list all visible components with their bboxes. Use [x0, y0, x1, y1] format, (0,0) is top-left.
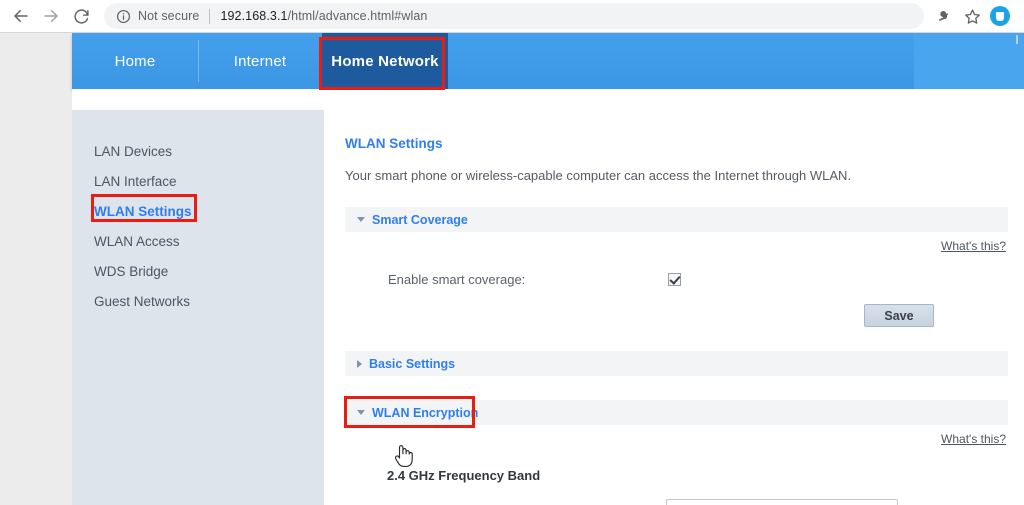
- sidebar-item-label: WLAN Access: [94, 233, 180, 249]
- sidebar-item-label: LAN Interface: [94, 173, 177, 189]
- sidebar-item-lan-interface[interactable]: LAN Interface: [72, 166, 324, 196]
- sidebar-item-label: Guest Networks: [94, 293, 191, 309]
- whats-this-row-wlan-encryption: What's this?: [345, 432, 1008, 446]
- sidebar-item-wlan-settings[interactable]: WLAN Settings: [72, 196, 324, 226]
- sidebar-item-wds-bridge[interactable]: WDS Bridge: [72, 256, 324, 286]
- url-host: 192.168.3.1: [220, 9, 288, 23]
- caret-down-icon: [357, 217, 365, 222]
- ssid-row: SSID:: [345, 499, 1008, 505]
- main-navigation: Home Internet Home Network: [72, 33, 1024, 89]
- security-status-label: Not secure: [138, 9, 200, 23]
- sidebar-item-wlan-access[interactable]: WLAN Access: [72, 226, 324, 256]
- whats-this-link[interactable]: What's this?: [941, 432, 1006, 446]
- sidebar-item-lan-devices[interactable]: LAN Devices: [72, 136, 324, 166]
- section-header-smart-coverage[interactable]: Smart Coverage: [345, 207, 1008, 232]
- info-circle-icon[interactable]: [116, 9, 131, 24]
- caret-down-icon: [357, 410, 365, 415]
- whats-this-link[interactable]: What's this?: [941, 239, 1006, 253]
- section-title-wlan-encryption: WLAN Encryption: [372, 405, 479, 420]
- nav-tab-internet[interactable]: Internet: [199, 33, 321, 89]
- caret-right-icon: [357, 359, 362, 368]
- key-icon[interactable]: [930, 3, 958, 29]
- sidebar-item-label: WDS Bridge: [94, 263, 169, 279]
- nav-tab-home-network[interactable]: Home Network: [322, 33, 448, 89]
- sidebar-item-label: LAN Devices: [94, 143, 173, 159]
- section-header-wlan-encryption[interactable]: WLAN Encryption: [345, 400, 1008, 425]
- address-bar[interactable]: Not secure 192.168.3.1/html/advance.html…: [104, 3, 924, 29]
- sidebar: LAN Devices LAN Interface WLAN Settings …: [72, 110, 324, 505]
- toolbar-actions: [930, 3, 1024, 29]
- avatar-glyph: [996, 11, 1004, 21]
- router-admin-page: Home Internet Home Network LAN Devices L…: [72, 33, 1024, 505]
- url-text: 192.168.3.1/html/advance.html#wlan: [220, 9, 427, 23]
- forward-button[interactable]: [36, 1, 66, 31]
- save-button[interactable]: Save: [864, 304, 934, 327]
- nav-tab-internet-label: Internet: [233, 52, 287, 70]
- page-description: Your smart phone or wireless-capable com…: [345, 168, 852, 183]
- section-title-smart-coverage: Smart Coverage: [372, 212, 468, 227]
- main-content: WLAN Settings Your smart phone or wirele…: [324, 110, 1024, 505]
- page-title: WLAN Settings: [345, 136, 443, 151]
- omnibox-divider: [209, 8, 211, 24]
- nav-tab-home[interactable]: Home: [72, 33, 198, 89]
- url-path: /html/advance.html#wlan: [287, 9, 428, 23]
- enable-smart-coverage-label: Enable smart coverage:: [388, 272, 526, 287]
- enable-smart-coverage-checkbox[interactable]: [668, 273, 681, 286]
- section-header-basic-settings[interactable]: Basic Settings: [345, 351, 1008, 376]
- page-body: LAN Devices LAN Interface WLAN Settings …: [72, 89, 1024, 505]
- nav-tab-home-network-label: Home Network: [331, 52, 439, 70]
- profile-avatar-icon[interactable]: [990, 6, 1010, 26]
- reload-button[interactable]: [66, 1, 96, 31]
- browser-toolbar: Not secure 192.168.3.1/html/advance.html…: [0, 0, 1024, 33]
- ssid-input[interactable]: [666, 499, 898, 505]
- nav-tab-home-label: Home: [114, 52, 156, 70]
- nav-right-mark: [1016, 35, 1018, 44]
- frequency-band-title: 2.4 GHz Frequency Band: [387, 468, 541, 483]
- whats-this-row-smart-coverage: What's this?: [345, 239, 1008, 253]
- page-viewport: Home Internet Home Network LAN Devices L…: [0, 33, 1024, 505]
- star-icon[interactable]: [958, 3, 986, 29]
- sidebar-item-guest-networks[interactable]: Guest Networks: [72, 286, 324, 316]
- sidebar-item-label: WLAN Settings: [94, 203, 192, 219]
- nav-right-panel: [914, 33, 1024, 89]
- save-button-row: Save: [345, 304, 1008, 327]
- enable-smart-coverage-row: Enable smart coverage:: [345, 272, 1008, 287]
- back-button[interactable]: [6, 1, 36, 31]
- section-title-basic-settings: Basic Settings: [369, 356, 456, 371]
